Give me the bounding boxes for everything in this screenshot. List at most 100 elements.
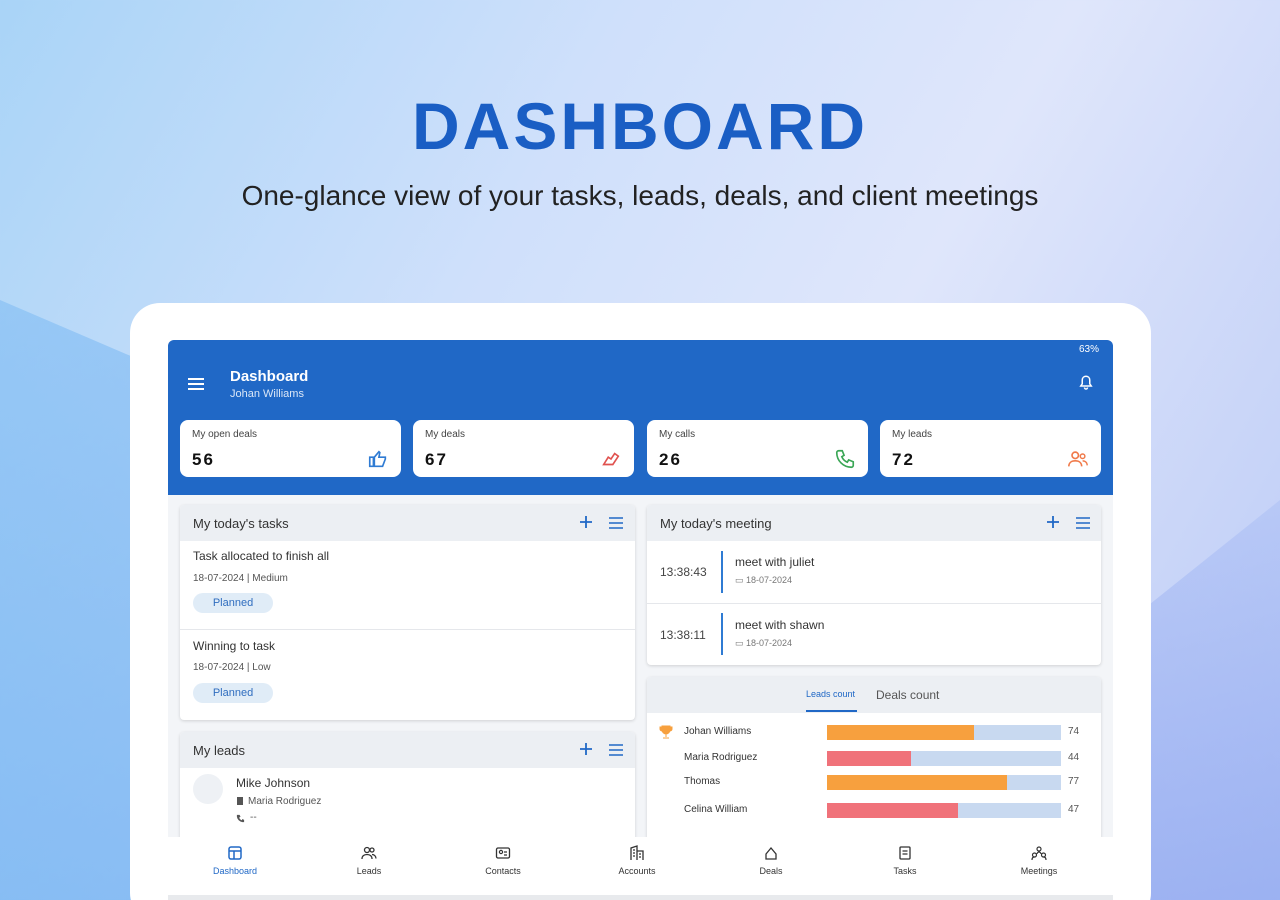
meeting-title[interactable]: meet with shawn [735, 618, 824, 632]
panel-header: My today's tasks [180, 505, 635, 541]
meeting-date-text: 18-07-2024 [746, 575, 793, 585]
divider [647, 603, 1101, 604]
tab-deals-count[interactable]: Deals count [876, 688, 939, 702]
add-lead-icon[interactable] [578, 741, 594, 757]
meeting-date: ▭ 18-07-2024 [735, 638, 792, 649]
meeting-marker [721, 613, 723, 655]
page-title: Dashboard [230, 368, 309, 385]
lead-name[interactable]: Mike Johnson [236, 776, 310, 790]
tasks-panel: My today's tasks Task allocated to finis… [180, 505, 635, 720]
count-bar [827, 751, 912, 766]
add-meeting-icon[interactable] [1045, 514, 1061, 530]
stat-value: 72 [892, 450, 915, 469]
calendar-icon: ▭ [735, 638, 747, 648]
handshake-icon [602, 452, 620, 466]
filter-list-icon[interactable] [608, 516, 624, 530]
nav-label: Deals [759, 866, 783, 876]
nav-label: Leads [356, 866, 382, 876]
count-value: 74 [1068, 726, 1080, 737]
meeting-time: 13:38:11 [660, 628, 706, 642]
count-bar-track [827, 725, 1061, 740]
count-bar [827, 725, 975, 740]
leads-panel: My leads Mike Johnson Maria Rodriguez -- [180, 732, 635, 852]
meeting-title[interactable]: meet with juliet [735, 555, 814, 569]
meetings-panel: My today's meeting 13:38:43 meet with ju… [647, 505, 1101, 665]
stat-label: My deals [425, 429, 466, 440]
add-task-icon[interactable] [578, 514, 594, 530]
battery-indicator: 63% [1078, 344, 1099, 355]
meeting-date-text: 18-07-2024 [746, 638, 793, 648]
thumbs-up-icon [368, 450, 387, 468]
nav-item-accounts[interactable]: Accounts [570, 845, 704, 876]
stat-card-leads[interactable]: My leads 72 [880, 420, 1101, 477]
nav-item-contacts[interactable]: Contacts [436, 845, 570, 876]
accounts-icon [630, 845, 644, 860]
tasks-icon [899, 846, 911, 860]
count-bar [827, 775, 1008, 790]
phone-icon [835, 449, 855, 469]
leads-icon [361, 846, 377, 860]
app-screen: 63% Dashboard Johan Williams My open dea… [168, 340, 1113, 900]
meeting-date: ▭ 18-07-2024 [735, 575, 792, 586]
users-icon [1068, 451, 1088, 467]
panel-title: My today's tasks [193, 516, 289, 531]
user-name: Johan Williams [230, 388, 304, 400]
panel-title: My leads [193, 743, 246, 758]
meeting-marker [721, 551, 723, 593]
nav-label: Tasks [893, 866, 917, 876]
count-row-name: Thomas [684, 776, 721, 787]
task-meta: 18-07-2024 | Low [193, 662, 271, 673]
panel-title: My today's meeting [660, 516, 772, 531]
panel-header: Leads count Deals count [647, 677, 1101, 713]
task-name[interactable]: Winning to task [193, 639, 275, 653]
menu-icon[interactable] [188, 378, 204, 390]
task-name[interactable]: Task allocated to finish all [193, 549, 329, 563]
stat-label: My leads [892, 429, 933, 440]
counts-panel: Leads count Deals count Johan Williams 74… [647, 677, 1101, 847]
count-bar-track [827, 751, 1061, 766]
nav-item-tasks[interactable]: Tasks [838, 845, 972, 876]
stat-label: My open deals [192, 429, 258, 440]
stat-value: 67 [425, 450, 448, 469]
nav-item-deals[interactable]: Deals [704, 845, 838, 876]
nav-label: Contacts [485, 866, 521, 876]
bell-icon[interactable] [1077, 374, 1095, 392]
app-bar: 63% Dashboard Johan Williams My open dea… [168, 340, 1113, 495]
hero-title: DASHBOARD [412, 89, 868, 163]
count-bar [827, 803, 959, 818]
meetings-icon [1031, 846, 1047, 861]
nav-label: Accounts [618, 866, 656, 876]
stat-label: My calls [659, 429, 696, 440]
nav-item-leads[interactable]: Leads [302, 845, 436, 876]
panel-header: My leads [180, 732, 635, 768]
tab-leads-count[interactable]: Leads count [806, 689, 855, 699]
meeting-time: 13:38:43 [660, 565, 707, 579]
nav-label: Dashboard [212, 866, 258, 876]
bottom-nav: Dashboard Leads Contacts Accounts Deals … [168, 837, 1113, 900]
contacts-icon [495, 847, 511, 859]
status-badge: Planned [193, 683, 273, 703]
nav-item-meetings[interactable]: Meetings [972, 845, 1106, 876]
filter-list-icon[interactable] [608, 743, 624, 757]
count-value: 77 [1068, 776, 1080, 787]
lead-owner: Maria Rodriguez [248, 796, 322, 807]
building-icon [237, 797, 243, 805]
active-tab-indicator [806, 710, 857, 712]
nav-item-dashboard[interactable]: Dashboard [168, 845, 302, 876]
status-badge: Planned [193, 593, 273, 613]
stat-card-calls[interactable]: My calls 26 [647, 420, 868, 477]
panel-header: My today's meeting [647, 505, 1101, 541]
stat-card-open-deals[interactable]: My open deals 56 [180, 420, 401, 477]
stat-card-deals[interactable]: My deals 67 [413, 420, 634, 477]
stat-value: 26 [659, 450, 682, 469]
calendar-icon: ▭ [735, 575, 747, 585]
count-row-name: Maria Rodriguez [684, 752, 758, 763]
filter-list-icon[interactable] [1075, 516, 1091, 530]
count-value: 44 [1068, 752, 1080, 763]
count-row-name: Johan Williams [684, 726, 752, 737]
nav-label: Meetings [1020, 866, 1058, 876]
trophy-icon [659, 725, 673, 739]
stat-value: 56 [192, 450, 215, 469]
avatar [193, 774, 223, 804]
hero-subtitle: One-glance view of your tasks, leads, de… [241, 180, 1039, 211]
